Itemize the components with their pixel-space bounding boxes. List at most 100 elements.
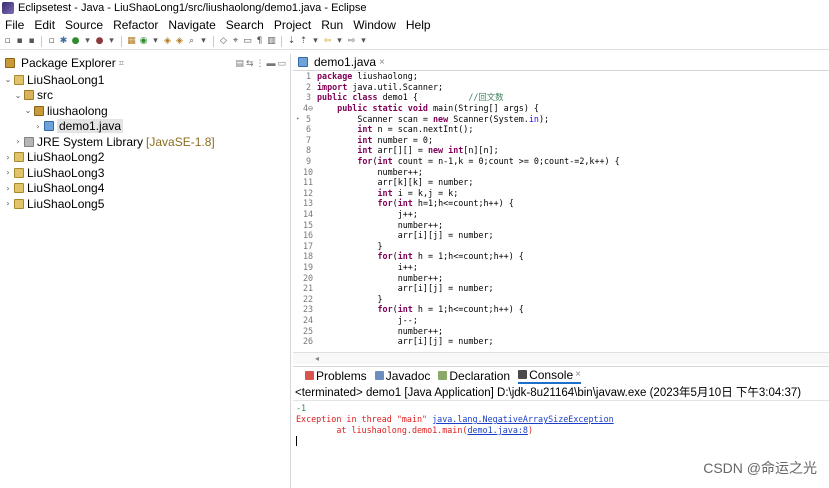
code-line[interactable]: 4⊖ public static void main(String[] args… (293, 103, 829, 114)
dropdown-icon[interactable]: ▾ (334, 36, 345, 47)
package-explorer-tab[interactable]: Package Explorer ⌗ (3, 56, 124, 70)
tree-item-liushaolong4[interactable]: › LiuShaoLong4 (0, 181, 290, 197)
exception-class-link[interactable]: java.lang.NegativeArraySizeException (432, 414, 614, 424)
tab-console[interactable]: Console × (518, 368, 581, 384)
save-all-icon[interactable]: ▪ (26, 36, 37, 47)
next-annotation-icon[interactable]: ⇣ (286, 36, 297, 47)
view-menu-icon[interactable]: ⋮ (255, 58, 264, 69)
code-line[interactable]: 23 for(int h = 1;h<=count;h++) { (293, 304, 829, 315)
menu-project[interactable]: Project (269, 18, 316, 32)
show-whitespace-icon[interactable]: ¶ (254, 36, 265, 47)
open-task-icon[interactable]: ◈ (174, 36, 185, 47)
close-icon[interactable]: × (379, 57, 385, 68)
external-tools-icon[interactable]: ● (94, 36, 105, 47)
code-line[interactable]: 18 for(int h = 1;h<=count;h++) { (293, 251, 829, 262)
dropdown-icon[interactable]: ▾ (198, 36, 209, 47)
menu-search[interactable]: Search (221, 18, 269, 32)
code-line[interactable]: 13 for(int h=1;h<=count;h++) { (293, 198, 829, 209)
menu-help[interactable]: Help (401, 18, 436, 32)
dropdown-icon[interactable]: ▾ (150, 36, 161, 47)
tree-item-liushaolong1[interactable]: ⌄ LiuShaoLong1 (0, 72, 290, 88)
code-line[interactable]: 8 int arr[][] = new int[n][n]; (293, 145, 829, 156)
menu-refactor[interactable]: Refactor (108, 18, 163, 32)
code-line[interactable]: 14 j++; (293, 209, 829, 220)
code-line[interactable]: 11 arr[k][k] = number; (293, 177, 829, 188)
tree-item-jre-system-library[interactable]: › JRE System Library [JavaSE-1.8] (0, 134, 290, 150)
code-line[interactable]: 15 number++; (293, 219, 829, 230)
pin-icon[interactable]: ⌖ (230, 36, 241, 47)
tab-close-icon[interactable]: ⌗ (119, 58, 124, 69)
tree-item-liushaolong2[interactable]: › LiuShaoLong2 (0, 150, 290, 166)
code-line[interactable]: 7 int number = 0; (293, 135, 829, 146)
code-line[interactable]: 19 i++; (293, 262, 829, 273)
menu-file[interactable]: File (0, 18, 29, 32)
console-output[interactable]: -1 Exception in thread "main" java.lang.… (293, 401, 829, 447)
code-line[interactable]: 24 j--; (293, 315, 829, 326)
tree-item-demo1-java[interactable]: › demo1.java (0, 119, 290, 135)
scroll-left-icon[interactable]: ◂ (315, 354, 319, 363)
prev-annotation-icon[interactable]: ⇡ (298, 36, 309, 47)
menu-run[interactable]: Run (316, 18, 348, 32)
code-line[interactable]: 9 for(int count = n-1,k = 0;count >= 0;c… (293, 156, 829, 167)
block-select-icon[interactable]: ▥ (266, 36, 277, 47)
tab-declaration[interactable]: Declaration (438, 369, 510, 383)
code-line[interactable]: 12 int i = k,j = k; (293, 188, 829, 199)
print-icon[interactable]: ▫ (46, 36, 57, 47)
close-icon[interactable]: × (575, 369, 581, 380)
code-line[interactable]: 1 package liushaolong; (293, 71, 829, 82)
code-line[interactable]: 20 number++; (293, 272, 829, 283)
expand-chevron-icon[interactable]: › (4, 199, 12, 208)
expand-chevron-icon[interactable]: ⌄ (24, 106, 32, 115)
expand-chevron-icon[interactable]: › (14, 137, 22, 146)
code-line[interactable]: 25 number++; (293, 325, 829, 336)
code-line[interactable]: 10 number++; (293, 166, 829, 177)
expand-chevron-icon[interactable]: › (4, 184, 12, 193)
back-icon[interactable]: ⇦ (322, 36, 333, 47)
expand-chevron-icon[interactable]: › (34, 122, 42, 131)
code-line[interactable]: 6 int n = scan.nextInt(); (293, 124, 829, 135)
dropdown-icon[interactable]: ▾ (310, 36, 321, 47)
tab-problems[interactable]: Problems (305, 369, 367, 383)
debug-icon[interactable]: ✱ (58, 36, 69, 47)
tree-item-liushaolong5[interactable]: › LiuShaoLong5 (0, 196, 290, 212)
new-java-project-icon[interactable]: ▦ (126, 36, 137, 47)
toggle-mark-icon[interactable]: ▭ (242, 36, 253, 47)
code-line[interactable]: 26 arr[i][j] = number; (293, 336, 829, 347)
expand-chevron-icon[interactable]: ⌄ (4, 75, 12, 84)
horizontal-scrollbar[interactable]: ◂ (293, 352, 829, 364)
menu-edit[interactable]: Edit (29, 18, 60, 32)
search-icon[interactable]: ⌕ (186, 36, 197, 47)
link-editor-icon[interactable]: ⇆ (246, 58, 254, 69)
code-line[interactable]: 22 } (293, 293, 829, 304)
collapse-all-icon[interactable]: ▤ (235, 58, 244, 69)
code-line[interactable]: 21 arr[i][j] = number; (293, 283, 829, 294)
save-icon[interactable]: ▪ (14, 36, 25, 47)
expand-chevron-icon[interactable]: › (4, 153, 12, 162)
minimize-icon[interactable]: ▬ (266, 58, 275, 69)
code-line[interactable]: 17 } (293, 241, 829, 252)
tab-javadoc[interactable]: Javadoc (374, 369, 430, 383)
tree-item-src[interactable]: ⌄ src (0, 88, 290, 104)
dropdown-icon[interactable]: ▾ (82, 36, 93, 47)
new-icon[interactable]: ▫ (2, 36, 13, 47)
editor-tab-demo1-java[interactable]: demo1.java × (293, 54, 829, 71)
new-class-icon[interactable]: ◉ (138, 36, 149, 47)
forward-icon[interactable]: ⇨ (346, 36, 357, 47)
tree-item-liushaolong3[interactable]: › LiuShaoLong3 (0, 165, 290, 181)
open-type-icon[interactable]: ◈ (162, 36, 173, 47)
code-line[interactable]: 3 public class demo1 { //回文数 (293, 92, 829, 103)
dropdown-icon[interactable]: ▾ (358, 36, 369, 47)
tree-item-liushaolong[interactable]: ⌄ liushaolong (0, 103, 290, 119)
code-line[interactable]: 16 arr[i][j] = number; (293, 230, 829, 241)
dropdown-icon[interactable]: ▾ (106, 36, 117, 47)
run-icon[interactable]: ● (70, 36, 81, 47)
expand-chevron-icon[interactable]: ⌄ (14, 91, 22, 100)
expand-chevron-icon[interactable]: › (4, 168, 12, 177)
code-text-area[interactable]: 1 package liushaolong; 2 import java.util.S… (293, 71, 829, 351)
menu-window[interactable]: Window (348, 18, 401, 32)
code-line[interactable]: ▸ 5 Scanner scan = new Scanner(System.in)… (293, 113, 829, 124)
menu-source[interactable]: Source (60, 18, 108, 32)
maximize-icon[interactable]: ▭ (277, 58, 286, 69)
trace-source-link[interactable]: demo1.java:8 (467, 425, 528, 435)
menu-navigate[interactable]: Navigate (163, 18, 220, 32)
